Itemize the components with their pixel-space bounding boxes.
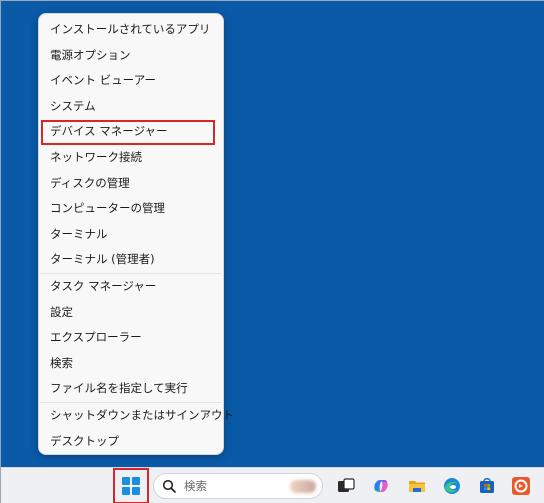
menu-item-file-explorer[interactable]: エクスプローラー [39, 325, 223, 351]
start-button[interactable] [113, 468, 149, 503]
menu-item-power-options[interactable]: 電源オプション [39, 43, 223, 69]
menu-item-run[interactable]: ファイル名を指定して実行 [39, 376, 223, 402]
menu-item-settings[interactable]: 設定 [39, 300, 223, 326]
search-icon [162, 479, 176, 493]
menu-item-disk-management[interactable]: ディスクの管理 [39, 171, 223, 197]
menu-item-terminal-admin[interactable]: ターミナル (管理者) [39, 247, 223, 273]
file-explorer-icon[interactable] [407, 476, 427, 496]
menu-item-computer-management[interactable]: コンピューターの管理 [39, 196, 223, 222]
windows-logo-icon [122, 477, 140, 495]
menu-item-task-manager[interactable]: タスク マネージャー [39, 274, 223, 300]
menu-item-terminal[interactable]: ターミナル [39, 222, 223, 248]
menu-item-event-viewer[interactable]: イベント ビューアー [39, 68, 223, 94]
menu-item-search[interactable]: 検索 [39, 351, 223, 377]
task-view-icon[interactable] [336, 476, 356, 496]
copilot-icon[interactable] [371, 476, 391, 496]
menu-item-system[interactable]: システム [39, 94, 223, 120]
menu-item-device-manager[interactable]: デバイス マネージャー [39, 119, 223, 145]
chevron-right-icon: › [205, 407, 210, 422]
winx-quick-link-menu: インストールされているアプリ 電源オプション イベント ビューアー システム デ… [38, 13, 234, 455]
menu-item-network-connections[interactable]: ネットワーク接続 [39, 145, 223, 171]
office-icon[interactable] [511, 476, 531, 496]
menu-item-installed-apps[interactable]: インストールされているアプリ [39, 17, 223, 43]
search-highlight-image [290, 480, 316, 493]
taskbar: 検索 [1, 467, 544, 503]
menu-item-shutdown-signout[interactable]: シャットダウンまたはサインアウト › [39, 403, 234, 429]
search-placeholder: 検索 [184, 479, 207, 493]
microsoft-store-icon[interactable] [477, 476, 497, 496]
menu-item-desktop[interactable]: デスクトップ [39, 429, 223, 455]
taskbar-search-box[interactable]: 検索 [153, 473, 323, 499]
edge-icon[interactable] [442, 476, 462, 496]
